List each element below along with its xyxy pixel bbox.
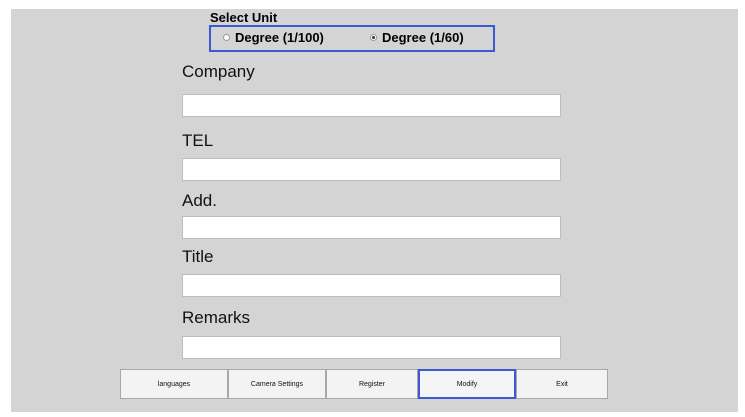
tel-label: TEL: [182, 131, 214, 150]
remarks-input[interactable]: [182, 336, 561, 359]
address-input[interactable]: [182, 216, 561, 239]
camera-settings-button[interactable]: Camera Settings: [228, 369, 326, 399]
remarks-label: Remarks: [182, 308, 251, 327]
exit-button[interactable]: Exit: [516, 369, 608, 399]
unit-radio-box: Degree (1/100) Degree (1/60): [209, 25, 495, 52]
radio-degree-100[interactable]: Degree (1/100): [223, 30, 324, 45]
company-input[interactable]: [182, 94, 561, 117]
radio-degree-60-label: Degree (1/60): [382, 30, 464, 45]
radio-unchecked-icon[interactable]: [223, 34, 230, 41]
select-unit-group: Select Unit Degree (1/100) Degree (1/60): [207, 10, 496, 55]
address-label: Add.: [182, 191, 217, 210]
select-unit-title: Select Unit: [210, 10, 278, 25]
title-label: Title: [182, 247, 214, 266]
radio-degree-60[interactable]: Degree (1/60): [370, 30, 464, 45]
button-bar: languages Camera Settings Register Modif…: [120, 369, 608, 399]
registration-window: Select Unit Degree (1/100) Degree (1/60)…: [11, 9, 738, 412]
radio-degree-100-label: Degree (1/100): [235, 30, 324, 45]
modify-button[interactable]: Modify: [418, 369, 516, 399]
radio-checked-icon[interactable]: [370, 34, 377, 41]
languages-button[interactable]: languages: [120, 369, 228, 399]
tel-input[interactable]: [182, 158, 561, 181]
register-button[interactable]: Register: [326, 369, 418, 399]
company-label: Company: [182, 62, 255, 81]
title-input[interactable]: [182, 274, 561, 297]
